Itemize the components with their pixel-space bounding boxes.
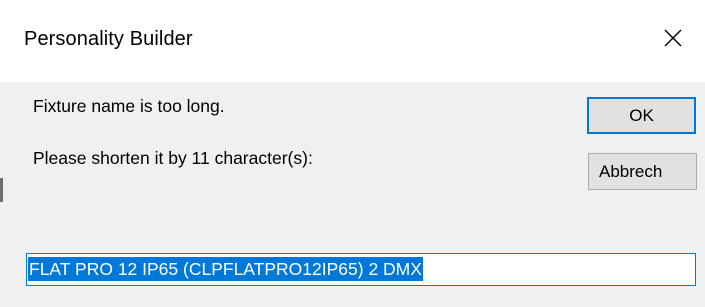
background-window-edge (0, 178, 3, 202)
instruction-message: Please shorten it by 11 character(s): (33, 148, 313, 168)
fixture-name-selected-text: FLAT PRO 12 IP65 (CLPFLATPRO12IP65) 2 DM… (28, 257, 423, 281)
error-message: Fixture name is too long. (33, 96, 225, 116)
close-button[interactable] (641, 12, 705, 64)
dialog-title: Personality Builder (24, 28, 193, 50)
cancel-button[interactable]: Abbrech (588, 153, 697, 190)
close-icon (663, 28, 683, 48)
message-dialog: Personality Builder Fixture name is too … (0, 0, 705, 307)
fixture-name-input[interactable]: FLAT PRO 12 IP65 (CLPFLATPRO12IP65) 2 DM… (26, 253, 696, 286)
ok-button[interactable]: OK (587, 97, 696, 134)
title-bar[interactable]: Personality Builder (0, 0, 705, 82)
